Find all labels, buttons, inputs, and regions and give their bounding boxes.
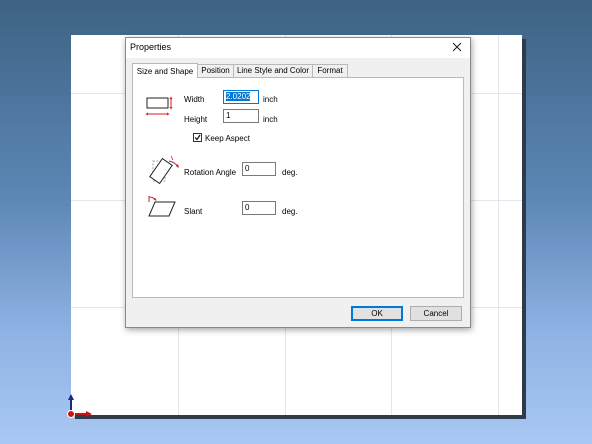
tab-size-and-shape[interactable]: Size and Shape <box>132 63 198 78</box>
width-label: Width <box>184 95 205 104</box>
height-label: Height <box>184 115 208 124</box>
width-unit: inch <box>263 95 278 104</box>
height-field[interactable]: 1 <box>223 109 259 123</box>
grid-line <box>498 35 499 415</box>
tab-line-style-and-color[interactable]: Line Style and Color <box>233 64 313 77</box>
height-unit: inch <box>263 115 278 124</box>
size-shape-icon <box>145 96 173 116</box>
tab-format[interactable]: Format <box>312 64 348 77</box>
close-icon[interactable] <box>450 40 464 54</box>
dialog-titlebar[interactable]: Properties <box>126 38 470 58</box>
width-field[interactable]: 2.0202 <box>223 90 259 104</box>
rotation-angle-label: Rotation Angle <box>184 168 237 177</box>
ok-button[interactable]: OK <box>351 306 403 321</box>
rotation-angle-unit: deg. <box>282 168 298 177</box>
axis-origin-icon <box>67 394 92 418</box>
slant-label: Slant <box>184 207 203 216</box>
width-value: 2.0202 <box>226 92 251 101</box>
properties-dialog: Properties Size and Shape Position Line … <box>125 37 471 328</box>
slant-unit: deg. <box>282 207 298 216</box>
check-icon <box>194 134 201 141</box>
rotation-icon <box>149 155 179 185</box>
slant-icon <box>148 196 176 217</box>
tab-position[interactable]: Position <box>197 64 234 77</box>
rotation-angle-field[interactable]: 0 <box>242 162 276 176</box>
slant-field[interactable]: 0 <box>242 201 276 215</box>
keep-aspect-label: Keep Aspect <box>205 134 250 143</box>
cancel-button[interactable]: Cancel <box>410 306 462 321</box>
dialog-title: Properties <box>130 42 172 52</box>
keep-aspect-checkbox[interactable] <box>193 133 202 142</box>
size-and-shape-panel: Width 2.0202 inch Height 1 inch Keep Asp… <box>132 77 464 298</box>
